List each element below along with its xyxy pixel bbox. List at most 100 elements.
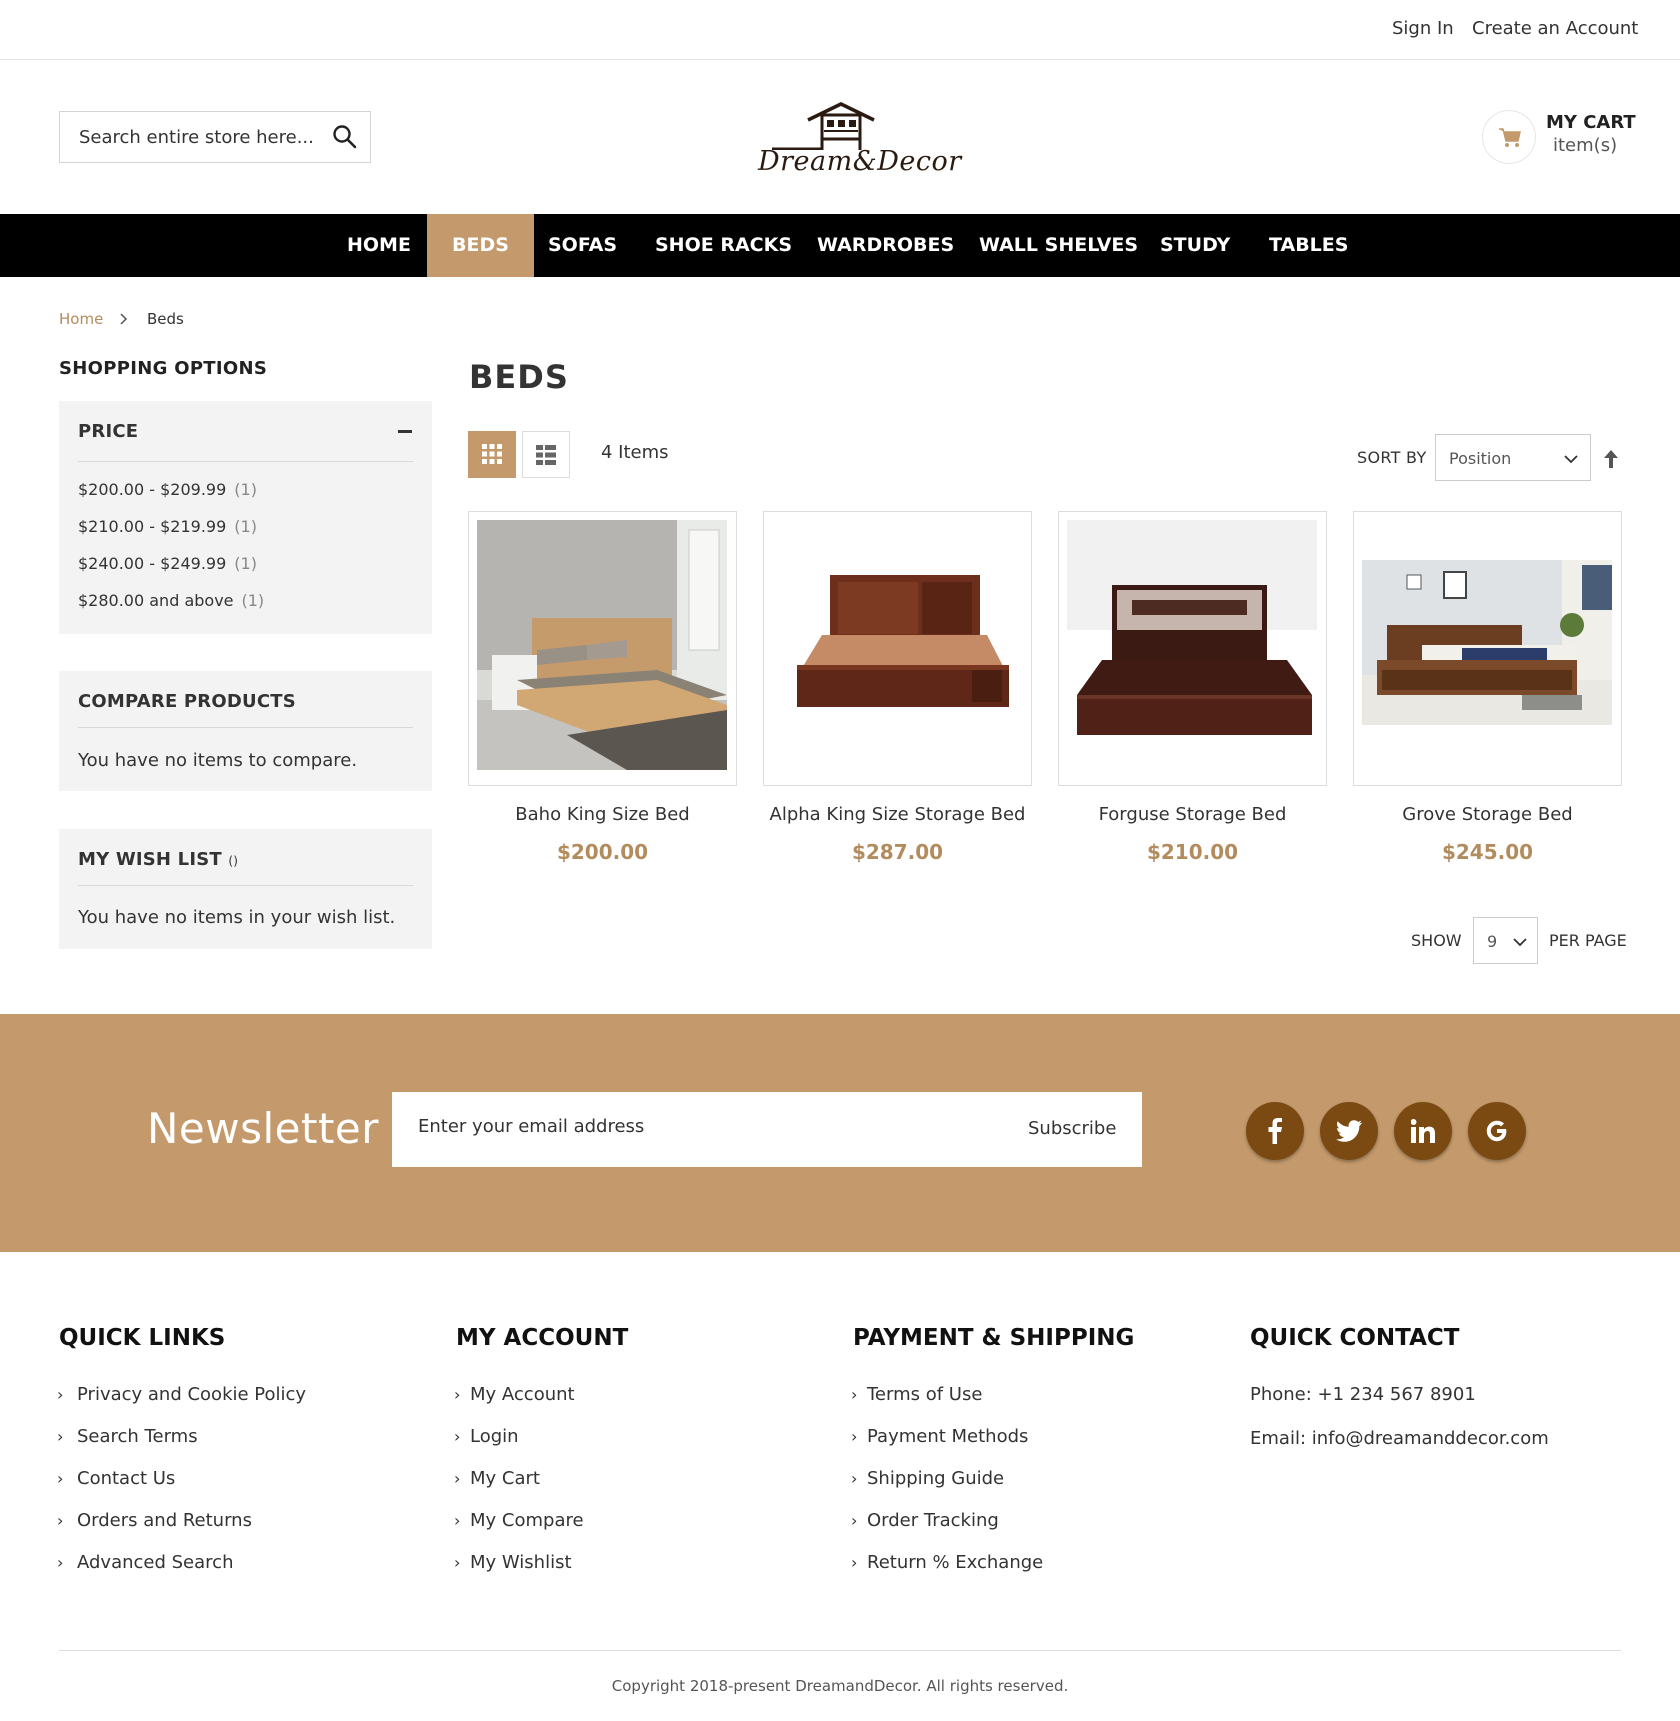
footer-link[interactable]: › Advanced Search xyxy=(57,1552,233,1573)
price-filter-item[interactable]: $210.00 - $219.99 (1) xyxy=(78,517,257,536)
compare-empty-text: You have no items to compare. xyxy=(78,750,358,771)
nav-item-tables[interactable]: TABLES xyxy=(1244,214,1373,277)
house-logo-icon xyxy=(772,102,875,150)
cart-button[interactable] xyxy=(1482,110,1536,164)
divider xyxy=(78,885,413,886)
create-account-link[interactable]: Create an Account xyxy=(1472,18,1638,39)
product-image[interactable] xyxy=(1362,520,1612,770)
product-name[interactable]: Grove Storage Bed xyxy=(1353,804,1622,825)
newsletter-form: Enter your email address Subscribe xyxy=(392,1092,1142,1167)
price-filter-item[interactable]: $280.00 and above (1) xyxy=(78,591,264,610)
product-name[interactable]: Baho King Size Bed xyxy=(468,804,737,825)
footer-link[interactable]: › Terms of Use xyxy=(851,1384,982,1405)
newsletter-email-input[interactable]: Enter your email address xyxy=(418,1116,644,1137)
price-filter-title[interactable]: PRICE xyxy=(78,421,138,442)
list-icon xyxy=(536,445,556,465)
footer-link[interactable]: › Login xyxy=(454,1426,519,1447)
footer-contact-title: QUICK CONTACT xyxy=(1250,1325,1460,1351)
divider xyxy=(78,461,413,462)
footer-my-account-title: MY ACCOUNT xyxy=(456,1325,629,1351)
facebook-icon[interactable] xyxy=(1246,1102,1304,1160)
chevron-down-icon xyxy=(1513,938,1527,947)
price-filter-item[interactable]: $200.00 - $209.99 (1) xyxy=(78,480,257,499)
newsletter-section: Newsletter Enter your email address Subs… xyxy=(0,1014,1680,1252)
footer-link[interactable]: › My Cart xyxy=(454,1468,540,1489)
product-image[interactable] xyxy=(772,520,1022,770)
compare-products-panel: COMPARE PRODUCTS You have no items to co… xyxy=(59,671,432,791)
google-icon[interactable] xyxy=(1468,1102,1526,1160)
product-image-frame[interactable] xyxy=(468,511,737,786)
footer-link[interactable]: › Privacy and Cookie Policy xyxy=(57,1384,306,1405)
breadcrumb-home[interactable]: Home xyxy=(59,310,103,328)
site-logo[interactable]: Dream&Decor xyxy=(752,100,961,180)
top-bar: Sign In Create an Account xyxy=(0,0,1680,60)
grid-icon xyxy=(482,444,502,464)
linkedin-icon[interactable] xyxy=(1394,1102,1452,1160)
footer-divider xyxy=(59,1650,1621,1651)
wishlist-empty-text: You have no items in your wish list. xyxy=(78,907,396,928)
sort-direction-arrow-icon[interactable] xyxy=(1603,449,1619,469)
price-filter-item[interactable]: $240.00 - $249.99 (1) xyxy=(78,554,257,573)
product-name[interactable]: Alpha King Size Storage Bed xyxy=(763,804,1032,825)
sign-in-link[interactable]: Sign In xyxy=(1392,18,1454,39)
product-price: $287.00 xyxy=(851,840,944,864)
footer-link[interactable]: › My Compare xyxy=(454,1510,584,1531)
list-view-button[interactable] xyxy=(522,431,570,478)
footer-email[interactable]: Email: info@dreamanddecor.com xyxy=(1250,1428,1549,1449)
search-input[interactable]: Search entire store here... xyxy=(59,111,371,163)
nav-item-shoe-racks[interactable]: SHOE RACKS xyxy=(630,214,817,277)
page-title: BEDS xyxy=(469,358,569,396)
sort-by-value: Position xyxy=(1449,449,1512,468)
twitter-icon[interactable] xyxy=(1320,1102,1378,1160)
nav-item-wall-shelves[interactable]: WALL SHELVES xyxy=(954,214,1163,277)
nav-item-sofas[interactable]: SOFAS xyxy=(523,214,642,277)
footer-link[interactable]: › Return % Exchange xyxy=(851,1552,1043,1573)
grid-view-button[interactable] xyxy=(468,431,516,478)
sort-by-select[interactable]: Position xyxy=(1435,434,1591,481)
price-filter-panel: PRICE $200.00 - $209.99 (1) $210.00 - $21… xyxy=(59,401,432,634)
footer-link[interactable]: › Shipping Guide xyxy=(851,1468,1004,1489)
chevron-down-icon xyxy=(1564,455,1578,464)
footer-quick-links-title: QUICK LINKS xyxy=(59,1325,226,1351)
divider xyxy=(78,727,413,728)
footer-link[interactable]: › Order Tracking xyxy=(851,1510,999,1531)
nav-item-study[interactable]: STUDY xyxy=(1135,214,1255,277)
newsletter-title: Newsletter xyxy=(147,1104,380,1153)
search-icon[interactable] xyxy=(332,124,358,150)
footer-link[interactable]: › Contact Us xyxy=(57,1468,175,1489)
chevron-right-icon xyxy=(120,313,128,325)
product-image[interactable] xyxy=(1067,520,1317,770)
footer-link[interactable]: › My Account xyxy=(454,1384,575,1405)
breadcrumb-current: Beds xyxy=(147,310,184,328)
product-price: $245.00 xyxy=(1441,840,1534,864)
nav-item-beds[interactable]: BEDS xyxy=(427,214,534,277)
cart-icon xyxy=(1499,128,1521,147)
show-label: SHOW xyxy=(1411,931,1462,950)
search-placeholder: Search entire store here... xyxy=(79,127,314,148)
cart-item-count: item(s) xyxy=(1553,135,1618,156)
nav-item-home[interactable]: HOME xyxy=(322,214,436,277)
per-page-label: PER PAGE xyxy=(1549,931,1627,950)
compare-products-title: COMPARE PRODUCTS xyxy=(78,691,296,712)
sort-by-label: SORT BY xyxy=(1357,448,1427,467)
footer-link[interactable]: › Payment Methods xyxy=(851,1426,1028,1447)
logo-text: Dream&Decor xyxy=(758,146,962,177)
product-price: $210.00 xyxy=(1146,840,1239,864)
copyright-text: Copyright 2018-present DreamandDecor. Al… xyxy=(611,1677,1069,1695)
main-nav: HOME BEDS SOFAS SHOE RACKS WARDROBES WAL… xyxy=(0,214,1680,277)
footer-link[interactable]: › My Wishlist xyxy=(454,1552,572,1573)
cart-title[interactable]: MY CART xyxy=(1546,112,1636,133)
product-image-frame[interactable] xyxy=(1058,511,1327,786)
nav-item-wardrobes[interactable]: WARDROBES xyxy=(792,214,979,277)
footer-link[interactable]: › Orders and Returns xyxy=(57,1510,252,1531)
shopping-options-heading: SHOPPING OPTIONS xyxy=(59,358,268,379)
product-image-frame[interactable] xyxy=(763,511,1032,786)
footer-link[interactable]: › Search Terms xyxy=(57,1426,198,1447)
per-page-select[interactable]: 9 xyxy=(1473,917,1538,964)
collapse-minus-icon[interactable] xyxy=(398,430,412,433)
items-count: 4 Items xyxy=(601,442,669,463)
subscribe-button[interactable]: Subscribe xyxy=(1028,1118,1116,1139)
product-image-frame[interactable] xyxy=(1353,511,1622,786)
product-image[interactable] xyxy=(477,520,727,770)
product-name[interactable]: Forguse Storage Bed xyxy=(1058,804,1327,825)
